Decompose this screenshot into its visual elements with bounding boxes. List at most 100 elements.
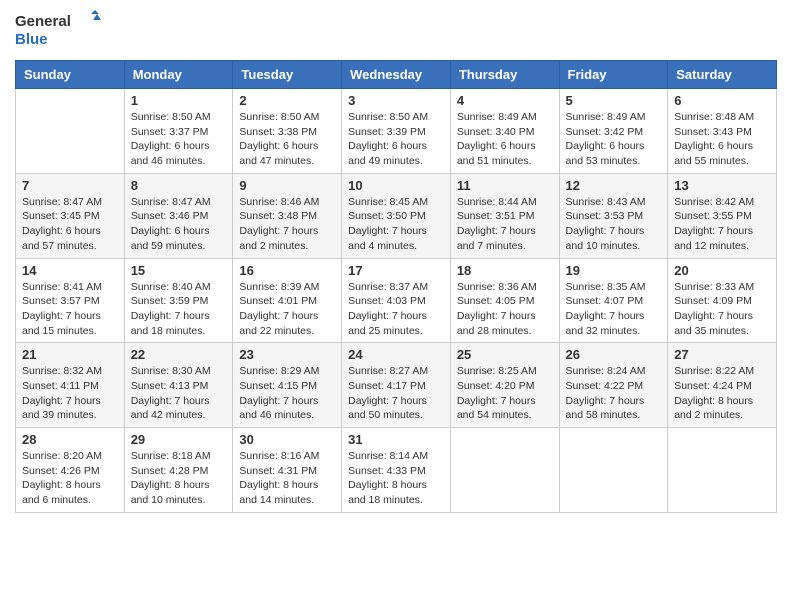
day-number: 4 — [457, 93, 553, 108]
day-number: 9 — [239, 178, 335, 193]
day-cell: 27 Sunrise: 8:22 AM Sunset: 4:24 PM Dayli… — [668, 343, 777, 428]
day-number: 3 — [348, 93, 444, 108]
day-number: 17 — [348, 263, 444, 278]
day-cell: 2Sunrise: 8:50 AM Sunset: 3:38 PM Daylig… — [233, 89, 342, 174]
weekday-sunday: Sunday — [16, 61, 125, 89]
day-number: 28 — [22, 432, 118, 447]
day-cell: 15 Sunrise: 8:40 AM Sunset: 3:59 PM Dayli… — [124, 258, 233, 343]
day-info: Sunrise: 8:29 AM Sunset: 4:15 PM Dayligh… — [239, 364, 335, 423]
day-cell: 9 Sunrise: 8:46 AM Sunset: 3:48 PM Daylig… — [233, 173, 342, 258]
day-info: Sunrise: 8:25 AM Sunset: 4:20 PM Dayligh… — [457, 364, 553, 423]
day-info: Sunrise: 8:35 AM Sunset: 4:07 PM Dayligh… — [566, 280, 662, 339]
day-cell: 6 Sunrise: 8:48 AM Sunset: 3:43 PM Daylig… — [668, 89, 777, 174]
day-cell — [668, 428, 777, 513]
day-info: Sunrise: 8:45 AM Sunset: 3:50 PM Dayligh… — [348, 195, 444, 254]
day-number: 16 — [239, 263, 335, 278]
day-cell: 18Sunrise: 8:36 AM Sunset: 4:05 PM Dayli… — [450, 258, 559, 343]
weekday-friday: Friday — [559, 61, 668, 89]
weekday-wednesday: Wednesday — [342, 61, 451, 89]
day-cell — [450, 428, 559, 513]
day-cell: 16 Sunrise: 8:39 AM Sunset: 4:01 PM Dayli… — [233, 258, 342, 343]
logo-svg: General Blue — [15, 10, 105, 52]
logo: General Blue — [15, 10, 105, 52]
day-number: 10 — [348, 178, 444, 193]
day-number: 15 — [131, 263, 227, 278]
day-info: Sunrise: 8:44 AM Sunset: 3:51 PM Dayligh… — [457, 195, 553, 254]
day-cell: 21 Sunrise: 8:32 AM Sunset: 4:11 PM Dayli… — [16, 343, 125, 428]
day-cell: 10 Sunrise: 8:45 AM Sunset: 3:50 PM Dayli… — [342, 173, 451, 258]
day-info: Sunrise: 8:46 AM Sunset: 3:48 PM Dayligh… — [239, 195, 335, 254]
day-info: Sunrise: 8:16 AM Sunset: 4:31 PM Dayligh… — [239, 449, 335, 508]
day-cell: 11 Sunrise: 8:44 AM Sunset: 3:51 PM Dayli… — [450, 173, 559, 258]
day-cell: 3 Sunrise: 8:50 AM Sunset: 3:39 PM Daylig… — [342, 89, 451, 174]
svg-text:General: General — [15, 13, 71, 30]
day-cell: 4 Sunrise: 8:49 AM Sunset: 3:40 PM Daylig… — [450, 89, 559, 174]
day-cell: 22 Sunrise: 8:30 AM Sunset: 4:13 PM Dayli… — [124, 343, 233, 428]
day-info: Sunrise: 8:18 AM Sunset: 4:28 PM Dayligh… — [131, 449, 227, 508]
day-info: Sunrise: 8:50 AM Sunset: 3:37 PM Dayligh… — [131, 110, 227, 169]
day-number: 18 — [457, 263, 553, 278]
week-row-2: 14Sunrise: 8:41 AM Sunset: 3:57 PM Dayli… — [16, 258, 777, 343]
day-info: Sunrise: 8:48 AM Sunset: 3:43 PM Dayligh… — [674, 110, 770, 169]
day-info: Sunrise: 8:42 AM Sunset: 3:55 PM Dayligh… — [674, 195, 770, 254]
day-cell: 19 Sunrise: 8:35 AM Sunset: 4:07 PM Dayli… — [559, 258, 668, 343]
day-cell: 26Sunrise: 8:24 AM Sunset: 4:22 PM Dayli… — [559, 343, 668, 428]
day-cell: 17Sunrise: 8:37 AM Sunset: 4:03 PM Dayli… — [342, 258, 451, 343]
day-cell: 5Sunrise: 8:49 AM Sunset: 3:42 PM Daylig… — [559, 89, 668, 174]
day-cell: 14Sunrise: 8:41 AM Sunset: 3:57 PM Dayli… — [16, 258, 125, 343]
day-info: Sunrise: 8:30 AM Sunset: 4:13 PM Dayligh… — [131, 364, 227, 423]
day-number: 12 — [566, 178, 662, 193]
weekday-header-row: SundayMondayTuesdayWednesdayThursdayFrid… — [16, 61, 777, 89]
svg-text:Blue: Blue — [15, 31, 48, 48]
day-info: Sunrise: 8:50 AM Sunset: 3:39 PM Dayligh… — [348, 110, 444, 169]
calendar-table: SundayMondayTuesdayWednesdayThursdayFrid… — [15, 60, 777, 513]
day-cell: 28 Sunrise: 8:20 AM Sunset: 4:26 PM Dayli… — [16, 428, 125, 513]
day-number: 31 — [348, 432, 444, 447]
week-row-1: 7Sunrise: 8:47 AM Sunset: 3:45 PM Daylig… — [16, 173, 777, 258]
weekday-thursday: Thursday — [450, 61, 559, 89]
day-info: Sunrise: 8:14 AM Sunset: 4:33 PM Dayligh… — [348, 449, 444, 508]
day-number: 30 — [239, 432, 335, 447]
day-number: 26 — [566, 347, 662, 362]
day-number: 21 — [22, 347, 118, 362]
day-number: 2 — [239, 93, 335, 108]
day-number: 1 — [131, 93, 227, 108]
day-cell: 1 Sunrise: 8:50 AM Sunset: 3:37 PM Daylig… — [124, 89, 233, 174]
day-number: 6 — [674, 93, 770, 108]
day-number: 29 — [131, 432, 227, 447]
day-cell: 7Sunrise: 8:47 AM Sunset: 3:45 PM Daylig… — [16, 173, 125, 258]
week-row-4: 28 Sunrise: 8:20 AM Sunset: 4:26 PM Dayli… — [16, 428, 777, 513]
weekday-saturday: Saturday — [668, 61, 777, 89]
day-number: 14 — [22, 263, 118, 278]
day-cell: 23Sunrise: 8:29 AM Sunset: 4:15 PM Dayli… — [233, 343, 342, 428]
day-info: Sunrise: 8:40 AM Sunset: 3:59 PM Dayligh… — [131, 280, 227, 339]
day-info: Sunrise: 8:49 AM Sunset: 3:40 PM Dayligh… — [457, 110, 553, 169]
day-info: Sunrise: 8:49 AM Sunset: 3:42 PM Dayligh… — [566, 110, 662, 169]
day-cell: 8Sunrise: 8:47 AM Sunset: 3:46 PM Daylig… — [124, 173, 233, 258]
day-info: Sunrise: 8:27 AM Sunset: 4:17 PM Dayligh… — [348, 364, 444, 423]
day-number: 7 — [22, 178, 118, 193]
weekday-tuesday: Tuesday — [233, 61, 342, 89]
weekday-monday: Monday — [124, 61, 233, 89]
day-cell — [16, 89, 125, 174]
day-number: 24 — [348, 347, 444, 362]
day-info: Sunrise: 8:39 AM Sunset: 4:01 PM Dayligh… — [239, 280, 335, 339]
week-row-3: 21 Sunrise: 8:32 AM Sunset: 4:11 PM Dayli… — [16, 343, 777, 428]
week-row-0: 1 Sunrise: 8:50 AM Sunset: 3:37 PM Daylig… — [16, 89, 777, 174]
day-info: Sunrise: 8:20 AM Sunset: 4:26 PM Dayligh… — [22, 449, 118, 508]
day-info: Sunrise: 8:33 AM Sunset: 4:09 PM Dayligh… — [674, 280, 770, 339]
day-number: 27 — [674, 347, 770, 362]
day-number: 19 — [566, 263, 662, 278]
day-info: Sunrise: 8:47 AM Sunset: 3:46 PM Dayligh… — [131, 195, 227, 254]
day-info: Sunrise: 8:32 AM Sunset: 4:11 PM Dayligh… — [22, 364, 118, 423]
day-number: 13 — [674, 178, 770, 193]
day-number: 20 — [674, 263, 770, 278]
day-cell: 13 Sunrise: 8:42 AM Sunset: 3:55 PM Dayli… — [668, 173, 777, 258]
day-cell: 12Sunrise: 8:43 AM Sunset: 3:53 PM Dayli… — [559, 173, 668, 258]
day-number: 25 — [457, 347, 553, 362]
page-header: General Blue — [15, 10, 777, 52]
day-number: 11 — [457, 178, 553, 193]
day-cell: 25 Sunrise: 8:25 AM Sunset: 4:20 PM Dayli… — [450, 343, 559, 428]
day-info: Sunrise: 8:22 AM Sunset: 4:24 PM Dayligh… — [674, 364, 770, 423]
day-number: 22 — [131, 347, 227, 362]
